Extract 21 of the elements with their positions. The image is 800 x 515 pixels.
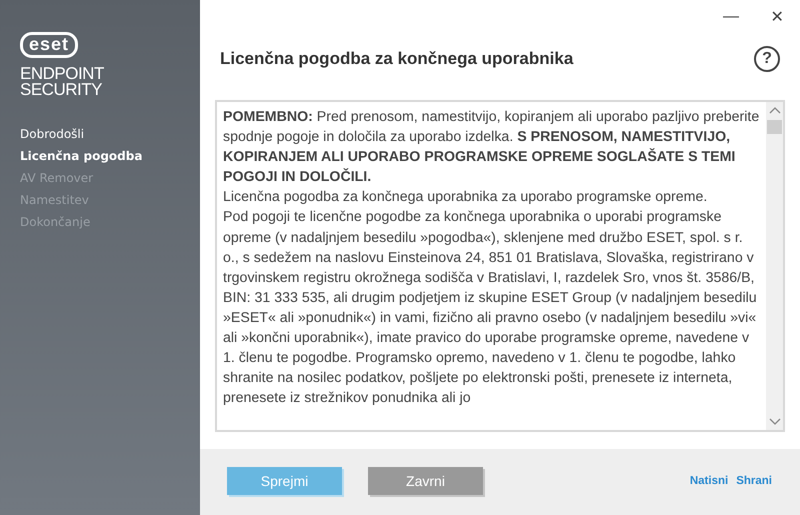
help-button[interactable]: ? xyxy=(754,46,780,72)
scroll-up-icon[interactable] xyxy=(768,106,780,114)
footer-link[interactable]: Natisni xyxy=(690,475,728,487)
decline-button[interactable]: Zavrni xyxy=(368,467,483,495)
scrollbar[interactable] xyxy=(766,102,783,430)
page-title: Licenčna pogodba za končnega uporabnika xyxy=(220,49,574,69)
license-paragraph: Licenčna pogodba za končnega uporabnika za uporabo programske opreme. xyxy=(223,188,708,208)
minimize-button[interactable]: — xyxy=(708,0,754,34)
close-button[interactable]: ✕ xyxy=(754,0,800,34)
logo-badge: eset xyxy=(20,32,78,58)
accept-button[interactable]: Sprejmi xyxy=(227,467,342,495)
product-name: SECURITY xyxy=(20,82,103,98)
step-item[interactable]: Licenčna pogodba xyxy=(20,148,142,164)
license-paragraph: POMEMBNO: Pred prenosom, namestitvijo, kopiranjem ali uporabo pazljivo preberite spodnje pogoje in določila za uporabo izdelka. S PRENOSOM, NAMESTITVIJO, KOPIRANJEM ALI UPORABO PROGRAMSKE OPREME SOGLAŠATE S TEMI POGOJI IN DOLOČILI. xyxy=(223,108,760,188)
step-item[interactable]: Dobrodošli xyxy=(20,126,84,142)
footer-link[interactable]: Shrani xyxy=(736,475,772,487)
product-name: ENDPOINT xyxy=(20,66,105,82)
scroll-down-icon[interactable] xyxy=(768,418,780,426)
license-paragraph: Pod pogoji te licenčne pogodbe za končnega uporabnika o uporabi programske opreme (v nadaljnjem besedilu »pogodba«), sklenjene med družbo ESET, spol. s r. o., s sedežem na naslovu Einsteinova 24, 851 01 Bratislava, Slovaška, registrirano v trgovinskem registru okrožnega sodišča v Bratislavi, I, razdelek Sro, vnos št. 3586/B, BIN: 31 333 535, ali drugim podjetjem iz skupine ESET Group (v nadaljnjem besedilu »ESET« ali »ponudnik«) in vami, fizično ali pravno osebo (v nadaljnjem besedilu »vi« ali »končni uporabnik«), imate pravico do uporabe programske opreme, navedene v 1. členu te pogodbe. Programsko opremo, navedeno v 1. členu te pogodbe, lahko shranite na nosilec podatkov, pošljete po elektronski pošti, prenesete iz interneta, prenesete iz strežnikov ponudnika ali jo xyxy=(223,208,758,408)
scroll-thumb[interactable] xyxy=(767,120,782,134)
license-textbox[interactable] xyxy=(215,100,785,432)
